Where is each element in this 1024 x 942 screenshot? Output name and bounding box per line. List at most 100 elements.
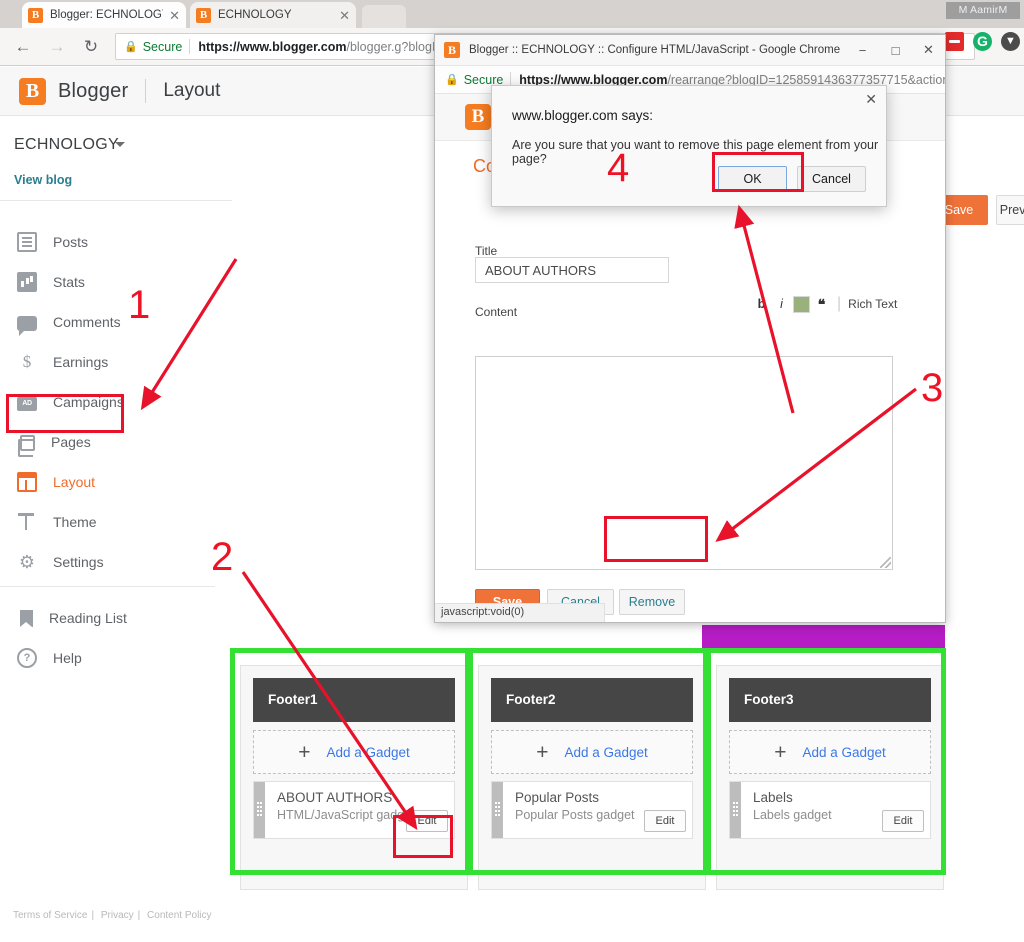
back-icon[interactable]: ← <box>6 37 40 57</box>
blogger-favicon-icon: B <box>444 42 460 58</box>
annotation-box-layout <box>6 394 124 433</box>
comments-icon <box>17 316 37 336</box>
omnibox-divider <box>189 39 191 54</box>
sidebar-item-settings[interactable]: ⚙ Settings <box>0 545 232 579</box>
annotation-green-box-footer2 <box>468 648 708 875</box>
annotation-purple-bar <box>702 625 945 648</box>
page-title: Layout <box>163 80 221 101</box>
minimize-icon[interactable]: − <box>846 43 879 58</box>
richtext-mode-label[interactable]: Rich Text <box>848 297 897 311</box>
chevron-down-icon[interactable] <box>115 142 125 147</box>
address-bar-url: https://www.blogger.com/blogger.g?blogID… <box>198 40 451 54</box>
browser-tab-2-title: ECHNOLOGY <box>218 9 292 21</box>
browser-profile-name[interactable]: M AamirM <box>946 2 1020 19</box>
image-icon[interactable] <box>793 295 810 313</box>
sidebar-item-posts[interactable]: Posts <box>0 225 232 259</box>
brand-name: Blogger <box>58 79 129 102</box>
secure-label: Secure <box>142 39 183 54</box>
close-icon[interactable]: ✕ <box>865 91 877 108</box>
annotation-number-3: 3 <box>921 366 944 410</box>
forward-icon[interactable]: → <box>40 37 74 57</box>
sidebar-item-help[interactable]: ? Help <box>0 641 232 675</box>
tab-strip: B Blogger: ECHNOLOGY - ✕ B ECHNOLOGY ✕ M… <box>0 0 1024 28</box>
annotation-box-remove <box>604 516 708 562</box>
extension-icons: G ▼ <box>945 32 1020 51</box>
earnings-icon: $ <box>22 352 32 371</box>
annotation-number-2: 2 <box>211 535 234 579</box>
downloader-icon[interactable]: ▼ <box>1001 32 1020 51</box>
richtext-toolbar: b i ❝ | Rich Text <box>753 295 897 313</box>
sidebar-item-theme[interactable]: Theme <box>0 505 232 539</box>
sidebar-item-label: Earnings <box>53 354 109 370</box>
reload-icon[interactable]: ↻ <box>74 37 108 57</box>
header-divider <box>145 79 147 103</box>
adblock-icon[interactable] <box>945 32 964 51</box>
sidebar-item-reading-list[interactable]: Reading List <box>0 601 232 635</box>
sidebar-item-layout[interactable]: Layout <box>0 465 232 499</box>
footer-links: Terms of Service | Privacy | Content Polic… <box>13 910 212 921</box>
sidebar-item-label: Help <box>53 650 82 666</box>
browser-tab-1-title: Blogger: ECHNOLOGY - <box>50 9 164 21</box>
annotation-number-4: 4 <box>607 146 630 190</box>
remove-button[interactable]: Remove <box>619 589 685 615</box>
popup-titlebar[interactable]: B Blogger :: ECHNOLOGY :: Configure HTML… <box>435 35 945 66</box>
sidebar-item-earnings[interactable]: $ Earnings <box>0 345 232 379</box>
blogger-favicon-icon: B <box>196 7 211 23</box>
lock-icon: 🔒 <box>124 41 138 53</box>
close-icon[interactable]: ✕ <box>169 9 180 22</box>
settings-icon: ⚙ <box>18 552 36 572</box>
sidebar-divider-top <box>0 200 232 201</box>
url-domain: https://www.blogger.com <box>198 39 347 54</box>
annotation-box-ok <box>712 152 804 192</box>
dialog-origin-text: www.blogger.com says: <box>512 108 654 123</box>
help-icon: ? <box>17 648 37 668</box>
reading-list-icon <box>20 609 33 627</box>
blogger-favicon-icon: B <box>28 7 43 23</box>
pages-icon <box>18 435 35 457</box>
stats-icon <box>17 272 37 292</box>
preview-button[interactable]: Preview <box>996 195 1024 225</box>
sidebar-item-label: Stats <box>53 274 85 290</box>
maximize-icon[interactable]: □ <box>879 43 912 58</box>
sidebar-item-label: Reading List <box>49 610 127 626</box>
annotation-green-box-footer3 <box>706 648 946 875</box>
javascript-confirm-dialog: ✕ www.blogger.com says: Are you sure tha… <box>491 85 887 207</box>
theme-icon <box>17 512 37 532</box>
annotation-number-1: 1 <box>128 283 151 327</box>
close-icon[interactable]: ✕ <box>912 42 945 58</box>
blogger-logo-icon: B <box>19 77 46 105</box>
title-field-label: Title <box>475 244 498 258</box>
content-field-label: Content <box>475 305 518 319</box>
quote-icon[interactable]: ❝ <box>813 296 830 313</box>
sidebar-item-comments[interactable]: Comments <box>0 305 232 339</box>
sidebar-item-label: Layout <box>53 474 96 490</box>
sidebar: ECHNOLOGY View blog Posts Stats Comments… <box>0 116 232 921</box>
lock-icon: 🔒 <box>445 74 459 86</box>
terms-of-service-link[interactable]: Terms of Service <box>13 910 87 921</box>
dialog-cancel-button[interactable]: Cancel <box>797 166 866 192</box>
toolbar-divider: | <box>837 295 842 312</box>
sidebar-item-label: Settings <box>53 554 104 570</box>
popup-window-title: Blogger :: ECHNOLOGY :: Configure HTML/J… <box>469 44 841 56</box>
privacy-link[interactable]: Privacy <box>101 910 134 921</box>
close-icon[interactable]: ✕ <box>339 9 350 22</box>
sidebar-item-label: Pages <box>51 434 91 450</box>
new-tab-button[interactable] <box>362 5 406 28</box>
layout-icon <box>17 472 37 492</box>
dialog-message: Are you sure that you want to remove thi… <box>512 138 879 166</box>
browser-tab-1[interactable]: B Blogger: ECHNOLOGY - ✕ <box>22 2 186 28</box>
italic-icon[interactable]: i <box>773 296 790 313</box>
grammarly-icon[interactable]: G <box>973 32 992 51</box>
blogger-logo-icon: B <box>465 104 491 130</box>
browser-tab-2[interactable]: B ECHNOLOGY ✕ <box>190 2 356 28</box>
content-policy-link[interactable]: Content Policy <box>147 910 211 921</box>
posts-icon <box>17 232 37 252</box>
sidebar-divider-bottom <box>0 586 215 587</box>
view-blog-link[interactable]: View blog <box>14 173 72 187</box>
annotation-box-edit <box>393 815 453 858</box>
sidebar-item-stats[interactable]: Stats <box>0 265 232 299</box>
title-input[interactable]: ABOUT AUTHORS <box>475 257 669 283</box>
bold-icon[interactable]: b <box>753 296 770 313</box>
sidebar-item-label: Posts <box>53 234 89 250</box>
blog-name[interactable]: ECHNOLOGY <box>14 136 119 154</box>
